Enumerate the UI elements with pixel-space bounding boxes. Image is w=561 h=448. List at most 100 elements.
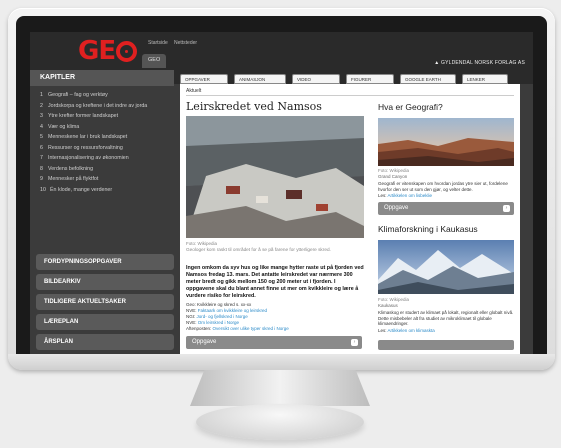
- publisher-link[interactable]: ▲ GYLDENDAL NORSK FORLAG AS: [434, 60, 525, 66]
- klima-task-button[interactable]: [378, 340, 514, 350]
- source-prefix: NVE:: [186, 320, 198, 325]
- chapter-label: Geografi – fag og verktøy: [48, 92, 108, 98]
- read-prefix: Les:: [378, 193, 388, 198]
- photo-caption: Geologer kom raskt til området for å se …: [186, 247, 331, 252]
- chapter-item-4[interactable]: 4 Vær og klima: [40, 124, 168, 131]
- site-header: GE Startside Nettsteder GEO ▲ GYLDENDAL …: [30, 32, 533, 70]
- chapter-item-5[interactable]: 5 Menneskene lar i bruk landskapet: [40, 134, 168, 141]
- chapter-item-3[interactable]: 3 Ytre krefter former landskapet: [40, 113, 168, 120]
- chapter-number: 2: [40, 102, 43, 109]
- chapter-number: 8: [40, 165, 43, 172]
- grand-canyon-photo[interactable]: [378, 118, 514, 166]
- article-photo[interactable]: [186, 116, 364, 238]
- chapter-label: Ressurser og ressursforvaltning: [48, 144, 123, 151]
- screen: GE Startside Nettsteder GEO ▲ GYLDENDAL …: [30, 32, 533, 354]
- article-ingress: Ingen omkom da syv hus og like mange hyt…: [186, 265, 364, 299]
- source-line-2: NVE: Faktaark om kvikkleire og leirskred: [186, 308, 267, 313]
- article-task-button[interactable]: Oppgave ›: [186, 336, 362, 349]
- source-link[interactable]: Oversikt over ulike typer skred i Norge: [213, 326, 289, 331]
- bildearkiv-button[interactable]: BILDEARKIV: [36, 274, 174, 290]
- geo-logo[interactable]: GE: [78, 36, 138, 66]
- chapter-label: Vær og klima: [48, 123, 80, 130]
- breadcrumb-divider: [186, 95, 514, 96]
- chapter-item-1[interactable]: 1 Geografi – fag og verktøy: [40, 92, 168, 99]
- geografi-description: Geografi er vitenskapen om hvordan jorda…: [378, 181, 508, 192]
- source-link[interactable]: Faktaark om kvikkleire og leirskred: [198, 308, 267, 313]
- source-line-4: NVE: Om leirskred i Norge: [186, 320, 239, 325]
- source-line-5: Aftenposten: Oversikt over ulike typer s…: [186, 326, 289, 331]
- chapter-item-2[interactable]: 2 Jordskorpa og kreftene i det indre av j…: [40, 103, 168, 110]
- chapter-item-6[interactable]: 6 Ressurser og ressursforvaltning: [40, 145, 168, 152]
- logo-o-icon: [116, 41, 138, 62]
- nav-startside[interactable]: Startside: [148, 40, 168, 46]
- monitor-chin: [8, 354, 555, 370]
- chapter-label: Verdens befolkning: [48, 165, 94, 172]
- klima-read-line: Les: Artikkelen om klimaskta: [378, 328, 514, 334]
- chapter-label: Én klode, mange verdener: [50, 186, 113, 193]
- canyon-credit: Foto: Wikipedia: [378, 168, 410, 173]
- chapter-number: 10: [40, 186, 46, 193]
- landslide-image: [186, 116, 364, 238]
- geografi-read-line: Les: Artikkelen om lisbeklie: [378, 193, 514, 199]
- chapter-item-9[interactable]: 9 Mennesker på flyktfot: [40, 176, 168, 183]
- read-prefix: Les:: [378, 328, 388, 333]
- source-prefix: Aftenposten:: [186, 326, 213, 331]
- main-content: Aktuelt Leirskredet ved Namsos Foto: Wik…: [180, 84, 520, 354]
- chapter-number: 4: [40, 123, 43, 130]
- source-prefix: NVE:: [186, 308, 198, 313]
- chapter-number: 3: [40, 113, 43, 119]
- monitor-stand-neck: [190, 370, 370, 406]
- tab-lenker[interactable]: LENKER: [462, 74, 508, 84]
- source-line-3: NGI: Jord- og fjellskred i Norge: [186, 314, 248, 319]
- nav-nettsteder[interactable]: Nettsteder: [174, 40, 197, 46]
- klima-description: Klimaskog er studert av klimaet på lokal…: [378, 310, 514, 326]
- chapters-heading: KAPITLER: [30, 70, 174, 86]
- source-link[interactable]: Om leirskred i Norge: [198, 320, 239, 325]
- arsplan-button[interactable]: ÅRSPLAN: [36, 334, 174, 350]
- chapter-sidebar: KAPITLER 1 Geografi – fag og verktøy 2 Jor…: [30, 70, 174, 354]
- chapter-item-7[interactable]: 7 Internasjonalisering av økonomien: [40, 155, 168, 162]
- chapter-item-10[interactable]: 10 Én klode, mange verdener: [40, 187, 168, 194]
- kaukasus-photo[interactable]: [378, 240, 514, 294]
- publisher-label: GYLDENDAL NORSK FORLAG AS: [440, 60, 525, 66]
- tab-animasjon[interactable]: ANIMASJON: [234, 74, 286, 84]
- source-link[interactable]: Jord- og fjellskred i Norge: [197, 314, 248, 319]
- canyon-image: [378, 118, 514, 166]
- chapter-number: 1: [40, 92, 43, 98]
- tidligere-aktueltsaker-button[interactable]: TIDLIGERE AKTUELTSAKER: [36, 294, 174, 310]
- chapter-label: Ytre krefter former landskapet: [48, 113, 119, 119]
- side-title-geografi: Hva er Geografi?: [378, 102, 443, 112]
- fordypningsoppgaver-button[interactable]: FORDYPNINGSOPPGAVER: [36, 254, 174, 270]
- geografi-task-button[interactable]: Oppgave ›: [378, 202, 514, 215]
- tab-video[interactable]: VIDEO: [292, 74, 340, 84]
- geografi-read-link[interactable]: Artikkelen om lisbeklie: [388, 193, 433, 198]
- tab-oppgaver[interactable]: OPPGAVER: [180, 74, 228, 84]
- breadcrumb: Aktuelt: [186, 88, 202, 94]
- arrow-right-icon: ›: [351, 339, 358, 346]
- task-button-label: Oppgave: [192, 339, 217, 345]
- chapter-number: 9: [40, 176, 43, 182]
- canyon-place: Grand Canyon: [378, 174, 408, 179]
- side-title-klima: Klimaforskning i Kaukasus: [378, 224, 478, 234]
- source-line-1: Geo: Kvikkleire og skred s. xx-xx: [186, 302, 251, 307]
- source-prefix: NGI:: [186, 314, 197, 319]
- arrow-right-icon: ›: [503, 205, 510, 212]
- photo-credit: Foto: Wikipedia: [186, 241, 218, 246]
- chapter-item-8[interactable]: 8 Verdens befolkning: [40, 166, 168, 173]
- chapter-number: 5: [40, 134, 43, 140]
- klima-read-link[interactable]: Artikkelen om klimaskta: [388, 328, 435, 333]
- chapter-list: 1 Geografi – fag og verktøy 2 Jordskorpa o…: [40, 92, 168, 197]
- tab-geo[interactable]: GEO: [142, 54, 167, 68]
- kaukasus-place: Kaukasus: [378, 303, 398, 308]
- tab-google-earth[interactable]: GOOGLE EARTH: [400, 74, 456, 84]
- tab-figurer[interactable]: FIGURER: [346, 74, 394, 84]
- article-title: Leirskredet ved Namsos: [186, 100, 322, 113]
- chapter-label: Internasjonalisering av økonomien: [48, 155, 129, 161]
- laereplan-button[interactable]: LÆREPLAN: [36, 314, 174, 330]
- chapter-number: 6: [40, 144, 43, 151]
- chapter-label: Menneskene lar i bruk landskapet: [48, 134, 128, 140]
- kaukasus-credit: Foto: Wikipedia: [378, 297, 410, 302]
- task-button-label: Oppgave: [384, 205, 409, 211]
- monitor-stand-base: [196, 404, 364, 440]
- chapter-number: 7: [40, 155, 43, 161]
